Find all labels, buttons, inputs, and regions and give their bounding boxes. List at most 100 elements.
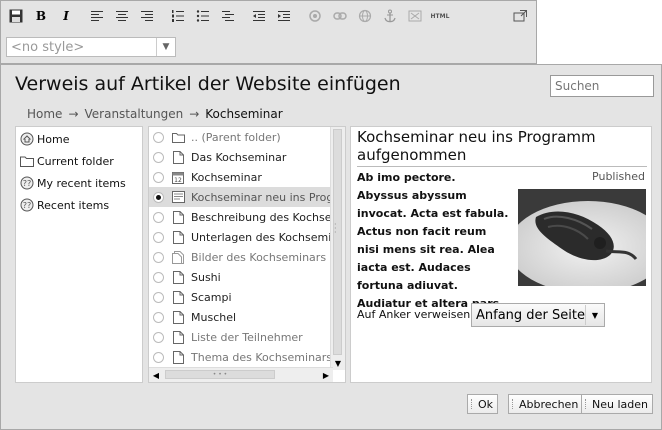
breadcrumb-item-veranstaltungen[interactable]: Veranstaltungen xyxy=(85,107,184,121)
definition-list-icon[interactable] xyxy=(217,6,239,26)
anchor-icon[interactable] xyxy=(379,6,401,26)
ok-button[interactable]: Ok xyxy=(467,394,499,414)
folder-icon xyxy=(171,130,185,144)
chevron-down-icon[interactable]: ▼ xyxy=(585,305,604,325)
list-item-label: Scampi xyxy=(191,290,232,304)
anchor-select[interactable]: Anfang der Seite ▼ xyxy=(471,303,605,327)
list-item[interactable]: Liste der Teilnehmer xyxy=(149,327,345,347)
source-item-label: Current folder xyxy=(37,154,114,168)
numbered-list-icon[interactable] xyxy=(167,6,189,26)
editor-toolbar: B I HTML <no style> ▼ xyxy=(0,0,537,64)
list-item-label: Muschel xyxy=(191,310,237,324)
fullscreen-icon[interactable] xyxy=(509,6,531,26)
home-icon xyxy=(19,132,34,147)
list-item[interactable]: Thema des Kochseminars xyxy=(149,347,345,367)
source-item-label: Recent items xyxy=(37,198,110,212)
radio-button[interactable] xyxy=(153,271,164,283)
scroll-left-icon[interactable]: ◀ xyxy=(149,368,163,382)
document-icon xyxy=(171,350,185,364)
insert-image-icon[interactable] xyxy=(304,6,326,26)
radio-button[interactable] xyxy=(153,251,164,263)
breadcrumb-separator: → xyxy=(68,107,79,121)
radio-button[interactable] xyxy=(153,231,164,243)
list-item-label: .. (Parent folder) xyxy=(191,130,281,144)
list-item[interactable]: Scampi xyxy=(149,287,345,307)
radio-button[interactable] xyxy=(153,211,164,223)
document-icon xyxy=(171,210,185,224)
breadcrumb: Home → Veranstaltungen → Kochseminar xyxy=(27,107,283,121)
radio-button[interactable] xyxy=(153,331,164,343)
scroll-right-icon[interactable]: ▶ xyxy=(319,368,333,382)
chevron-down-icon[interactable]: ▼ xyxy=(156,38,175,56)
align-center-icon[interactable] xyxy=(111,6,133,26)
column-splitter-handle[interactable]: · · · xyxy=(334,221,342,237)
folder-icon xyxy=(19,154,34,169)
outdent-icon[interactable] xyxy=(248,6,270,26)
vertical-scrollbar[interactable]: ▼ xyxy=(330,127,345,370)
align-left-icon[interactable] xyxy=(86,6,108,26)
item-list: .. (Parent folder) Das Kochseminar 12 Kochs… xyxy=(148,126,346,383)
radio-button[interactable] xyxy=(153,291,164,303)
radio-button[interactable] xyxy=(153,351,164,363)
list-item-label: Bilder des Kochseminars xyxy=(191,250,327,264)
italic-icon[interactable]: I xyxy=(55,6,77,26)
insert-link-icon[interactable] xyxy=(329,6,351,26)
preview-image xyxy=(518,189,646,286)
save-icon[interactable] xyxy=(5,6,27,26)
list-item[interactable]: Kochseminar neu ins Programm aufgenommen xyxy=(149,187,345,207)
document-icon xyxy=(171,310,185,324)
event-icon: 12 xyxy=(171,170,185,184)
list-item[interactable]: Beschreibung des Kochseminars xyxy=(149,207,345,227)
list-item[interactable]: .. (Parent folder) xyxy=(149,127,345,147)
bold-icon[interactable]: B xyxy=(30,6,52,26)
html-source-icon[interactable]: HTML xyxy=(429,6,451,26)
external-link-icon[interactable] xyxy=(354,6,376,26)
search-input[interactable] xyxy=(550,75,654,97)
source-item-current-folder[interactable]: Current folder xyxy=(16,150,142,172)
scroll-thumb[interactable]: • • • xyxy=(165,370,275,379)
list-item[interactable]: Das Kochseminar xyxy=(149,147,345,167)
list-item-label: Unterlagen des Kochseminars xyxy=(191,230,346,244)
list-item[interactable]: Muschel xyxy=(149,307,345,327)
horizontal-scrollbar[interactable]: ◀ • • • ▶ xyxy=(149,367,333,382)
source-item-label: My recent items xyxy=(37,176,126,190)
list-item-label: Thema des Kochseminars xyxy=(191,350,333,364)
svg-text:??: ?? xyxy=(22,179,31,188)
document-icon xyxy=(171,270,185,284)
recent-icon: ?? xyxy=(19,176,34,191)
reload-button[interactable]: Neu laden xyxy=(581,394,653,414)
radio-button[interactable] xyxy=(153,311,164,323)
list-item[interactable]: 12 Kochseminar xyxy=(149,167,345,187)
list-item[interactable]: Bilder des Kochseminars xyxy=(149,247,345,267)
news-icon xyxy=(171,190,185,204)
link-dialog: Verweis auf Artikel der Website einfügen… xyxy=(0,64,662,430)
insert-table-icon[interactable] xyxy=(404,6,426,26)
source-item-my-recent-items[interactable]: ?? My recent items xyxy=(16,172,142,194)
scroll-down-icon[interactable]: ▼ xyxy=(331,357,345,370)
source-item-recent-items[interactable]: ?? Recent items xyxy=(16,194,142,216)
source-item-label: Home xyxy=(37,132,70,146)
document-icon xyxy=(171,150,185,164)
radio-button[interactable] xyxy=(153,191,164,203)
scroll-thumb[interactable] xyxy=(333,129,342,355)
list-item[interactable]: Unterlagen des Kochseminars xyxy=(149,227,345,247)
list-item-label: Kochseminar neu ins Programm aufgenommen xyxy=(191,190,345,204)
bullet-list-icon[interactable] xyxy=(192,6,214,26)
anchor-label: Auf Anker verweisen xyxy=(357,308,471,321)
radio-button[interactable] xyxy=(153,131,164,143)
breadcrumb-item-home[interactable]: Home xyxy=(27,107,62,121)
breadcrumb-item-current: Kochseminar xyxy=(205,107,283,121)
align-right-icon[interactable] xyxy=(136,6,158,26)
anchor-select-value: Anfang der Seite xyxy=(476,307,585,323)
preview-description: Ab imo pectore. Abyssus abyssum invocat.… xyxy=(357,171,509,310)
list-item[interactable]: Sushi xyxy=(149,267,345,287)
source-item-home[interactable]: Home xyxy=(16,128,142,150)
radio-button[interactable] xyxy=(153,171,164,183)
cancel-button[interactable]: Abbrechen xyxy=(508,394,584,414)
radio-button[interactable] xyxy=(153,151,164,163)
style-select[interactable]: <no style> ▼ xyxy=(6,37,176,57)
images-icon xyxy=(171,250,185,264)
source-list: Home Current folder ?? My recent items ?… xyxy=(15,126,143,383)
indent-icon[interactable] xyxy=(273,6,295,26)
list-item-label: Sushi xyxy=(191,270,221,284)
